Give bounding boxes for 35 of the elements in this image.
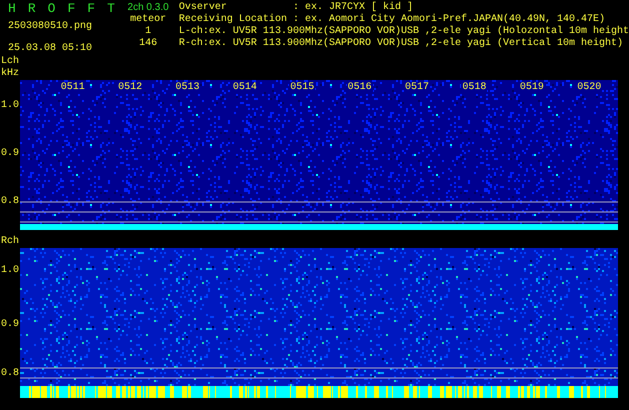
y-tick-label: 1.0 (1, 100, 20, 112)
y-tick-label: 0.9 (1, 318, 20, 330)
file-name: 2503080510.png (8, 21, 94, 33)
station-info: R-ch:ex. UV5R 113.900Mhz(SAPPORO VOR)USB ,2-ele yagi (Vertical 10m height) (178, 38, 624, 50)
time-label: 0518 (461, 82, 488, 94)
time-label: 0512 (117, 82, 144, 94)
time-label: 0520 (576, 82, 602, 94)
time-label: 0511 (60, 82, 86, 94)
y-tick-label: 0.8 (1, 196, 20, 208)
date-time: 25.03.08 05:10 (8, 43, 94, 55)
logo-letter: O (48, 2, 56, 16)
y-tick-label: 0.9 (1, 148, 20, 160)
meteor-count: 146 (139, 38, 158, 50)
logo-letter: T (107, 2, 115, 16)
station-info: L-ch:ex. UV5R 113.900Mhz(SAPPORO VOR)USB ,2-ele yagi (Holozontal 10m height (178, 26, 629, 38)
logo-letter: R (28, 2, 36, 16)
time-label: 0515 (289, 82, 316, 94)
station-info: Receiving Location : ex. Aomori City Aomori-Pref.JAPAN(40.49N, 140.47E) (178, 14, 606, 26)
time-label: 0514 (232, 82, 258, 94)
counter-label: meteor (130, 14, 166, 26)
logo-letter: H (8, 2, 16, 16)
unit-label: kHz (1, 68, 20, 80)
time-label: 0519 (518, 82, 545, 94)
channel-label: Lch (1, 56, 20, 68)
logo-letter: F (87, 2, 96, 16)
y-tick-label: 0.8 (1, 368, 20, 380)
logo-letter: F (67, 2, 76, 16)
channel-label: Rch (1, 236, 20, 248)
station-info: Ovserver : ex. JR7CYX [ kid ] (178, 2, 414, 14)
meteor-count: 1 (145, 26, 152, 38)
version-label: 2ch 0.3.0 (128, 2, 169, 14)
time-label: 0513 (174, 82, 200, 94)
y-tick-label: 1.0 (1, 265, 20, 278)
time-label: 0517 (404, 82, 430, 94)
time-label: 0516 (346, 82, 373, 94)
